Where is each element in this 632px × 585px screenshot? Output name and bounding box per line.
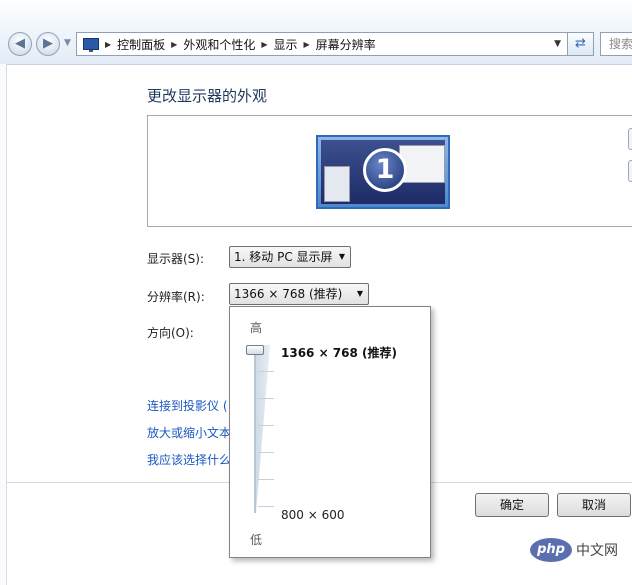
- monitor-number-badge: 1: [363, 148, 407, 192]
- breadcrumb-separator-icon[interactable]: ▶: [171, 40, 177, 49]
- page-title: 更改显示器的外观: [147, 87, 268, 105]
- watermark-site-text: 中文网: [576, 543, 618, 559]
- control-panel-icon: [83, 38, 99, 52]
- resolution-label: 分辨率(R):: [147, 290, 205, 304]
- chevron-down-icon: ▼: [338, 252, 345, 261]
- display-label: 显示器(S):: [147, 252, 205, 266]
- refresh-icon: ⇄: [575, 36, 586, 51]
- cancel-button[interactable]: 取消: [557, 493, 631, 517]
- back-button[interactable]: ◀: [8, 32, 32, 56]
- text-size-link[interactable]: 放大或缩小文本: [147, 424, 231, 441]
- slider-tick: [258, 479, 274, 480]
- slider-tick: [258, 398, 274, 399]
- refresh-button[interactable]: ⇄: [568, 32, 594, 56]
- address-dropdown-icon[interactable]: ▼: [554, 39, 561, 49]
- slider-tick: [258, 425, 274, 426]
- resolution-select[interactable]: 1366 × 768 (推荐) ▼: [229, 283, 369, 305]
- window-thumbnail-icon: [324, 166, 350, 202]
- breadcrumb-separator-icon[interactable]: ▶: [261, 40, 267, 49]
- slider-high-label: 高: [250, 321, 263, 335]
- breadcrumb: ▶ 控制面板 ▶ 外观和个性化 ▶ 显示 ▶ 屏幕分辨率: [83, 33, 376, 55]
- resolution-slider-track[interactable]: [254, 345, 256, 513]
- php-watermark: php 中文网: [530, 538, 618, 562]
- resolution-dropdown: 高 1366 × 768 (推荐) 800 × 600 低: [229, 306, 431, 558]
- orientation-label: 方向(O):: [147, 326, 194, 340]
- slider-tick: [258, 371, 274, 372]
- resolution-option-top[interactable]: 1366 × 768 (推荐): [281, 344, 397, 361]
- slider-tick: [258, 506, 274, 507]
- php-logo: php: [530, 538, 572, 562]
- resolution-slider-thumb[interactable]: [246, 345, 264, 355]
- left-pane-edge: [0, 64, 7, 585]
- forward-button[interactable]: ▶: [36, 32, 60, 56]
- monitor-preview-area: 1: [147, 115, 632, 227]
- slider-low-label: 低: [250, 533, 263, 547]
- display-select[interactable]: 1. 移动 PC 显示屏 ▼: [229, 246, 351, 268]
- back-arrow-icon: ◀: [15, 36, 25, 51]
- breadcrumb-display[interactable]: 显示: [274, 36, 298, 53]
- address-toolbar: ◀ ▶ ▼ ▶ 控制面板 ▶ 外观和个性化 ▶ 显示 ▶ 屏幕分辨率 ▼ ⇄ 搜…: [0, 0, 632, 65]
- identify-button[interactable]: [628, 160, 632, 182]
- connect-projector-link[interactable]: 连接到投影仪 (: [147, 397, 228, 414]
- chevron-down-icon: ▼: [356, 289, 363, 298]
- breadcrumb-appearance[interactable]: 外观和个性化: [183, 36, 255, 53]
- slider-tick: [258, 452, 274, 453]
- monitor-screen: 1: [321, 140, 445, 204]
- forward-arrow-icon: ▶: [43, 36, 53, 51]
- resolution-option-bottom[interactable]: 800 × 600: [281, 508, 345, 522]
- ok-button[interactable]: 确定: [475, 493, 549, 517]
- breadcrumb-separator-icon[interactable]: ▶: [105, 40, 111, 49]
- breadcrumb-control-panel[interactable]: 控制面板: [117, 36, 165, 53]
- breadcrumb-separator-icon[interactable]: ▶: [304, 40, 310, 49]
- detect-button[interactable]: [628, 128, 632, 150]
- resolution-select-value: 1366 × 768 (推荐): [234, 287, 343, 301]
- breadcrumb-screen-resolution[interactable]: 屏幕分辨率: [316, 36, 376, 53]
- monitor-1-icon[interactable]: 1: [316, 135, 450, 209]
- address-field[interactable]: ▶ 控制面板 ▶ 外观和个性化 ▶ 显示 ▶ 屏幕分辨率 ▼: [76, 32, 568, 56]
- history-dropdown-icon[interactable]: ▼: [64, 38, 71, 48]
- display-settings-help-link[interactable]: 我应该选择什么: [147, 451, 231, 468]
- display-select-value: 1. 移动 PC 显示屏: [234, 250, 333, 264]
- search-input[interactable]: 搜索: [600, 32, 632, 56]
